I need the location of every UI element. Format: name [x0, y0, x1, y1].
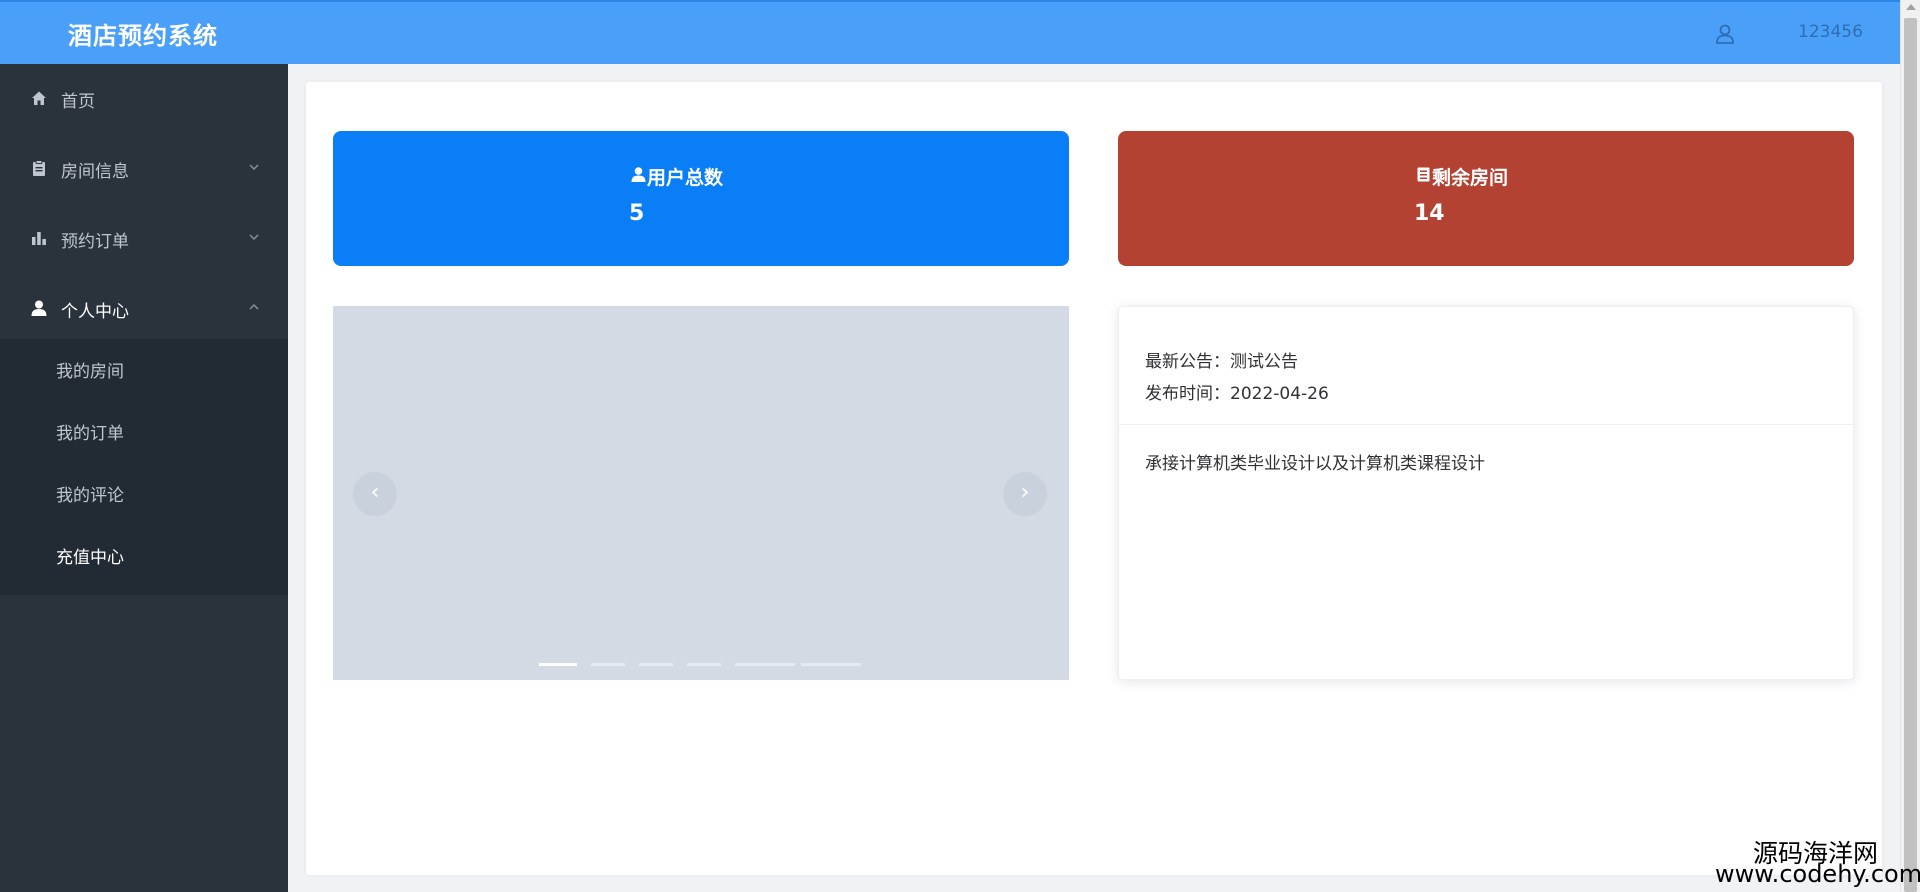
announcement-header: 最新公告：测试公告 发布时间：2022-04-26 [1119, 307, 1853, 425]
submenu-item-my-reviews[interactable]: 我的评论 [0, 463, 288, 523]
carousel-indicator[interactable] [539, 663, 577, 666]
announcement-content: 承接计算机类毕业设计以及计算机类课程设计 [1145, 454, 1485, 474]
chevron-down-icon [249, 234, 259, 240]
sidebar-item-label: 预约订单 [61, 232, 129, 252]
sidebar-item-personal-center[interactable]: 个人中心 [0, 279, 288, 339]
sidebar-item-label: 个人中心 [61, 302, 129, 322]
sidebar-item-label: 首页 [61, 92, 95, 112]
username-label[interactable]: 123456 [1798, 22, 1863, 42]
carousel-prev-button[interactable]: ‹ [353, 472, 397, 516]
user-icon [631, 167, 646, 182]
submenu-item-label: 我的评论 [56, 486, 124, 506]
image-carousel[interactable]: ‹ › [333, 306, 1069, 680]
submenu-item-label: 充值中心 [56, 548, 124, 568]
user-count-value: 5 [629, 201, 645, 226]
announcement-card: 最新公告：测试公告 发布时间：2022-04-26 承接计算机类毕业设计以及计算… [1118, 306, 1854, 680]
remaining-rooms-card: 剩余房间 14 [1118, 131, 1854, 266]
personal-center-submenu: 我的房间 我的订单 我的评论 充值中心 [0, 339, 288, 595]
submenu-item-label: 我的订单 [56, 424, 124, 444]
sidebar: 首页 房间信息 预约订单 个人中心 我的房间 我的订单 我的评论 充值中心 [0, 64, 288, 892]
carousel-indicator[interactable] [639, 663, 673, 666]
submenu-item-label: 我的房间 [56, 362, 124, 382]
remaining-rooms-value: 14 [1414, 201, 1445, 226]
announcement-title: 最新公告：测试公告 [1145, 352, 1298, 372]
sidebar-item-label: 房间信息 [61, 162, 129, 182]
submenu-item-my-orders[interactable]: 我的订单 [0, 401, 288, 461]
carousel-indicator[interactable] [735, 663, 795, 666]
page-scrollbar[interactable] [1900, 0, 1920, 892]
sidebar-item-room-info[interactable]: 房间信息 [0, 139, 288, 199]
carousel-indicator[interactable] [801, 663, 861, 666]
user-count-card: 用户总数 5 [333, 131, 1069, 266]
bar-chart-icon [32, 232, 46, 245]
scroll-thumb[interactable] [1904, 18, 1917, 892]
carousel-indicators [539, 663, 879, 669]
carousel-indicator[interactable] [591, 663, 625, 666]
carousel-next-button[interactable]: › [1003, 472, 1047, 516]
remaining-rooms-label: 剩余房间 [1432, 167, 1509, 189]
home-icon [32, 91, 46, 105]
scroll-up-arrow-icon[interactable] [1906, 4, 1916, 10]
user-count-label: 用户总数 [647, 167, 724, 189]
user-avatar-icon[interactable] [1716, 24, 1734, 44]
announcement-date: 发布时间：2022-04-26 [1145, 384, 1329, 404]
submenu-item-recharge-center[interactable]: 充值中心 [0, 525, 288, 585]
clipboard-icon [33, 160, 45, 176]
sidebar-item-home[interactable]: 首页 [0, 69, 288, 129]
top-header: 酒店预约系统 123456 [0, 0, 1900, 64]
chevron-down-icon [249, 164, 259, 170]
sidebar-item-booking-orders[interactable]: 预约订单 [0, 209, 288, 269]
watermark-site-url: www.codehy.com [1715, 860, 1920, 888]
user-icon [31, 300, 47, 316]
room-icon [1417, 167, 1430, 182]
submenu-item-my-rooms[interactable]: 我的房间 [0, 339, 288, 399]
carousel-indicator[interactable] [687, 663, 721, 666]
chevron-up-icon [249, 304, 259, 310]
app-title: 酒店预约系统 [68, 22, 218, 50]
